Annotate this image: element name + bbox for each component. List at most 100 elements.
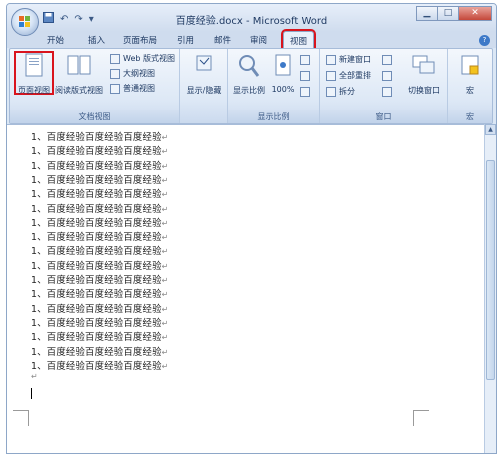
switch-windows-label: 切换窗口 <box>408 86 440 95</box>
close-icon[interactable]: ✕ <box>458 6 492 21</box>
scroll-thumb[interactable] <box>486 160 495 380</box>
paragraph-mark-icon: ↵ <box>161 190 169 200</box>
split-button[interactable]: 拆分 <box>326 86 355 97</box>
switch-windows-button[interactable]: 切换窗口 <box>402 52 446 96</box>
arrange-all-button[interactable]: 全部重排 <box>326 70 371 81</box>
document-line: 1、百度经验百度经验百度经验↵ <box>31 215 169 229</box>
maximize-icon[interactable]: □ <box>437 6 459 21</box>
new-window-button[interactable]: 新建窗口 <box>326 54 371 65</box>
title-bar: ↶ ↷ ▾ 百度经验.docx - Microsoft Word ▁ □ ✕ <box>7 4 496 36</box>
one-page-button[interactable] <box>300 55 310 65</box>
group-label-document-views: 文档视图 <box>10 110 179 123</box>
tab-page-layout[interactable]: 页面布局 <box>123 34 157 46</box>
show-hide-button[interactable]: 显示/隐藏 <box>184 52 224 96</box>
print-layout-label: 页面视图 <box>18 86 50 95</box>
sync-scrolling-button[interactable] <box>382 71 392 81</box>
page-width-button[interactable] <box>300 87 310 97</box>
two-pages-button[interactable] <box>300 71 310 81</box>
split-label: 拆分 <box>339 87 355 96</box>
minimize-icon[interactable]: ▁ <box>416 6 438 21</box>
office-logo-icon <box>19 16 30 27</box>
outline-button[interactable]: 大纲视图 <box>110 68 155 79</box>
magnifier-icon <box>239 55 260 77</box>
tab-review[interactable]: 审阅 <box>250 34 267 46</box>
group-macros: 宏 宏 <box>448 49 492 123</box>
draft-icon <box>110 83 120 94</box>
tab-home[interactable]: 开始 <box>47 34 64 46</box>
office-button[interactable] <box>11 8 39 36</box>
group-label-macros: 宏 <box>448 110 492 123</box>
reset-window-button[interactable] <box>382 87 392 97</box>
reading-layout-icon <box>67 55 91 75</box>
document-line: 1、百度经验百度经验百度经验↵ <box>31 158 169 172</box>
tab-mailings[interactable]: 邮件 <box>214 34 231 46</box>
paragraph-mark-icon: ↵ <box>161 218 169 228</box>
group-window: 新建窗口 全部重排 拆分 切换窗口 窗口 <box>320 49 448 123</box>
side-by-side-icon <box>382 55 392 65</box>
document-line: 1、百度经验百度经验百度经验↵ <box>31 329 169 343</box>
document-line: 1、百度经验百度经验百度经验↵ <box>31 286 169 300</box>
document-line: 1、百度经验百度经验百度经验↵ <box>31 358 169 372</box>
page-100-icon <box>275 54 291 76</box>
ribbon-tabs: 开始 插入 页面布局 引用 邮件 审阅 视图 ? <box>7 29 496 51</box>
arrange-all-label: 全部重排 <box>339 71 371 80</box>
show-hide-icon <box>196 55 212 71</box>
help-icon[interactable]: ? <box>479 35 490 46</box>
vertical-scrollbar[interactable]: ▲ <box>484 124 496 453</box>
new-window-label: 新建窗口 <box>339 55 371 64</box>
zoom-label: 显示比例 <box>233 86 265 95</box>
line-text: 1、百度经验百度经验百度经验 <box>31 132 162 143</box>
zoom-100-button[interactable]: 100% <box>270 52 296 94</box>
paragraph-mark-icon: ↵ <box>161 175 169 185</box>
word-window: ↶ ↷ ▾ 百度经验.docx - Microsoft Word ▁ □ ✕ 开… <box>6 3 497 454</box>
tab-insert[interactable]: 插入 <box>88 34 105 46</box>
window-controls: ▁ □ ✕ <box>416 6 492 21</box>
tab-view[interactable]: 视图 <box>280 29 317 51</box>
sync-scroll-icon <box>382 71 392 81</box>
full-screen-reading-label: 阅读版式视图 <box>55 86 103 95</box>
zoom-button[interactable]: 显示比例 <box>232 52 266 96</box>
document-line: 1、百度经验百度经验百度经验↵ <box>31 229 169 243</box>
line-text: 1、百度经验百度经验百度经验 <box>31 160 162 172</box>
two-pages-icon <box>300 71 310 81</box>
outline-icon <box>110 68 120 79</box>
view-side-by-side-button[interactable] <box>382 55 392 65</box>
document-page[interactable]: 1、百度经验百度经验百度经验↵ 1、百度经验百度经验百度经验↵ 1、百度经验百度经验… <box>7 125 485 453</box>
full-screen-reading-button[interactable]: 阅读版式视图 <box>54 52 104 96</box>
line-text: 1、百度经验百度经验百度经验 <box>31 260 162 272</box>
line-text: 1、百度经验百度经验百度经验 <box>31 346 162 358</box>
web-layout-icon <box>110 53 120 64</box>
zoom-100-label: 100% <box>271 85 295 94</box>
paragraph-mark-icon: ↵ <box>161 247 169 257</box>
switch-windows-icon <box>412 55 435 74</box>
macros-icon <box>461 55 479 75</box>
split-icon <box>326 86 336 97</box>
paragraph-mark-icon: ↵ <box>161 204 169 214</box>
paragraph-mark-icon: ↵ <box>161 276 169 285</box>
reset-window-icon <box>382 87 392 97</box>
scroll-up-icon[interactable]: ▲ <box>485 124 496 135</box>
line-text: 1、百度经验百度经验百度经验 <box>31 217 162 229</box>
web-layout-label: Web 版式视图 <box>123 54 175 63</box>
macros-button[interactable]: 宏 <box>452 52 488 96</box>
paragraph-mark-icon: ↵ <box>161 304 169 314</box>
group-document-views: 页面视图 阅读版式视图 Web 版式视图 大纲视图 普通视图 文档视图 <box>10 49 180 123</box>
paragraph-mark-icon: ↵ <box>161 318 169 328</box>
one-page-icon <box>300 55 310 65</box>
line-text: 1、百度经验百度经验百度经验 <box>31 232 162 244</box>
web-layout-button[interactable]: Web 版式视图 <box>110 53 175 64</box>
print-layout-button[interactable]: 页面视图 <box>16 52 52 96</box>
paragraph-mark-icon: ↵ <box>161 161 169 171</box>
document-area[interactable]: 1、百度经验百度经验百度经验↵ 1、百度经验百度经验百度经验↵ 1、百度经验百度经验… <box>7 124 485 453</box>
paragraph-mark-icon: ↵ <box>161 133 169 142</box>
document-line: 1、百度经验百度经验百度经验↵ <box>31 129 169 143</box>
line-text: 1、百度经验百度经验百度经验 <box>31 332 162 344</box>
document-line: 1、百度经验百度经验百度经验↵ <box>31 301 169 315</box>
tab-references[interactable]: 引用 <box>177 34 194 46</box>
page-width-icon <box>300 87 310 97</box>
draft-button[interactable]: 普通视图 <box>110 83 155 94</box>
line-text: 1、百度经验百度经验百度经验 <box>31 174 162 186</box>
document-line: 1、百度经验百度经验百度经验↵ <box>31 172 169 186</box>
group-label-zoom: 显示比例 <box>228 110 319 123</box>
document-line: 1、百度经验百度经验百度经验↵ <box>31 201 169 215</box>
